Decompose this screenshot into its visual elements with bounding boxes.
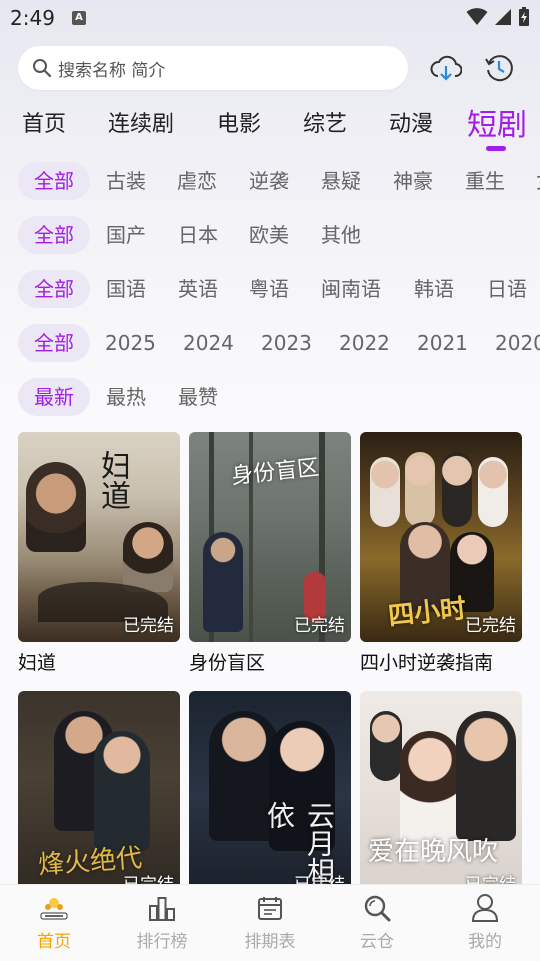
filter-year-all[interactable]: 全部 xyxy=(18,324,90,362)
filter-year-item[interactable]: 2020 xyxy=(495,324,540,362)
profile-icon xyxy=(440,893,530,923)
schedule-icon xyxy=(225,893,315,923)
poster-image[interactable]: 四小时 已完结 xyxy=(360,432,522,642)
filter-region-item[interactable]: 欧美 xyxy=(249,216,289,254)
filter-year-item[interactable]: 2023 xyxy=(261,324,312,362)
filter-genre-all[interactable]: 全部 xyxy=(18,162,90,200)
filter-language-item[interactable]: 国语 xyxy=(106,270,146,308)
signal-icon xyxy=(495,9,511,25)
filter-genre-item[interactable]: 悬疑 xyxy=(321,162,361,200)
battery-icon xyxy=(519,7,529,26)
poster-title-text: 四小时 xyxy=(386,593,468,632)
filter-genre-item[interactable]: 虐恋 xyxy=(177,162,217,200)
search-icon xyxy=(32,58,52,78)
filter-region-all[interactable]: 全部 xyxy=(18,216,90,254)
search-cloud-icon xyxy=(332,893,422,923)
poster-title-text: 爱在晚风吹 xyxy=(368,837,499,867)
sort-most-liked[interactable]: 最赞 xyxy=(178,378,218,416)
tab-variety[interactable]: 综艺 xyxy=(303,106,347,138)
tab-anime[interactable]: 动漫 xyxy=(389,106,433,138)
drama-card[interactable]: 云月相依 已完结 xyxy=(189,691,351,907)
filter-row-genre: 全部 古装 虐恋 逆袭 悬疑 神豪 重生 女 xyxy=(0,162,540,202)
wifi-icon xyxy=(466,8,488,25)
nav-profile[interactable]: 我的 xyxy=(440,893,530,952)
sort-hottest[interactable]: 最热 xyxy=(106,378,146,416)
nav-label: 云仓 xyxy=(360,932,394,952)
nav-label: 排期表 xyxy=(244,932,296,952)
nav-label: 排行榜 xyxy=(136,932,188,952)
filter-genre-item[interactable]: 女 xyxy=(536,162,540,200)
filter-language-item[interactable]: 日语 xyxy=(487,270,527,308)
home-logo-icon xyxy=(9,893,99,923)
card-title[interactable]: 四小时逆袭指南 xyxy=(360,648,522,675)
status-icons xyxy=(466,7,530,27)
sort-latest[interactable]: 最新 xyxy=(18,378,90,416)
poster-image[interactable]: 烽火绝代 已完结 xyxy=(18,691,180,901)
filter-year-item[interactable]: 2022 xyxy=(339,324,390,362)
poster-image[interactable]: 身份盲区 已完结 xyxy=(189,432,351,642)
filter-region-item[interactable]: 日本 xyxy=(178,216,218,254)
active-tab-indicator xyxy=(486,146,506,151)
filter-genre-item[interactable]: 古装 xyxy=(106,162,146,200)
poster-title-text: 妇道 xyxy=(95,450,130,510)
filter-year-item[interactable]: 2021 xyxy=(417,324,468,362)
drama-card[interactable]: 四小时 已完结 四小时逆袭指南 xyxy=(360,432,522,675)
nav-home[interactable]: 首页 xyxy=(9,893,99,952)
nav-label: 我的 xyxy=(468,932,502,952)
filter-row-year: 全部 2025 2024 2023 2022 2021 2020 xyxy=(0,324,540,364)
filter-row-language: 全部 国语 英语 粤语 闽南语 韩语 日语 xyxy=(0,270,540,310)
poster-image[interactable]: 爱在晚风吹 已完结 xyxy=(360,691,522,901)
bottom-navigation: 首页 排行榜 排期表 云仓 我的 xyxy=(0,884,540,961)
nav-schedule[interactable]: 排期表 xyxy=(225,893,315,952)
tab-short-drama[interactable]: 短剧 xyxy=(467,100,527,144)
notification-a-icon: A xyxy=(72,11,86,25)
status-bar: 2:49 A xyxy=(0,0,540,36)
filter-language-item[interactable]: 英语 xyxy=(178,270,218,308)
nav-label: 首页 xyxy=(37,932,71,952)
status-badge: 已完结 xyxy=(294,616,345,636)
search-placeholder: 搜索名称 简介 xyxy=(58,60,166,81)
poster-image[interactable]: 云月相依 已完结 xyxy=(189,691,351,901)
nav-cloud[interactable]: 云仓 xyxy=(332,893,422,952)
tab-home[interactable]: 首页 xyxy=(22,106,66,138)
filter-language-item[interactable]: 粤语 xyxy=(249,270,289,308)
drama-card[interactable]: 身份盲区 已完结 身份盲区 xyxy=(189,432,351,675)
drama-card[interactable]: 烽火绝代 已完结 xyxy=(18,691,180,907)
tab-movie[interactable]: 电影 xyxy=(217,106,261,138)
filter-region-item[interactable]: 其他 xyxy=(321,216,361,254)
status-badge: 已完结 xyxy=(465,616,516,636)
cloud-download-icon[interactable] xyxy=(430,52,462,84)
history-icon[interactable] xyxy=(483,52,515,84)
filter-language-item[interactable]: 韩语 xyxy=(414,270,454,308)
filter-genre-item[interactable]: 神豪 xyxy=(393,162,433,200)
filter-genre-item[interactable]: 重生 xyxy=(465,162,505,200)
poster-title-text: 身份盲区 xyxy=(230,455,321,490)
nav-ranking[interactable]: 排行榜 xyxy=(117,893,207,952)
drama-card[interactable]: 妇道 已完结 妇道 xyxy=(18,432,180,675)
filter-row-sort: 最新 最热 最赞 xyxy=(0,378,540,418)
main-tabs: 首页 连续剧 电影 综艺 动漫 短剧 xyxy=(0,100,540,150)
card-title[interactable]: 妇道 xyxy=(18,648,180,675)
status-badge: 已完结 xyxy=(123,616,174,636)
filter-year-item[interactable]: 2025 xyxy=(105,324,156,362)
status-time: 2:49 xyxy=(10,6,55,30)
filter-genre-item[interactable]: 逆袭 xyxy=(249,162,289,200)
filter-row-region: 全部 国产 日本 欧美 其他 xyxy=(0,216,540,256)
filter-language-all[interactable]: 全部 xyxy=(18,270,90,308)
poster-image[interactable]: 妇道 已完结 xyxy=(18,432,180,642)
ranking-icon xyxy=(117,893,207,923)
card-title[interactable]: 身份盲区 xyxy=(189,648,351,675)
filter-region-item[interactable]: 国产 xyxy=(106,216,146,254)
drama-card[interactable]: 爱在晚风吹 已完结 xyxy=(360,691,522,907)
tab-series[interactable]: 连续剧 xyxy=(108,106,174,138)
search-input[interactable]: 搜索名称 简介 xyxy=(18,46,408,90)
filter-year-item[interactable]: 2024 xyxy=(183,324,234,362)
filter-language-item[interactable]: 闽南语 xyxy=(321,270,381,308)
